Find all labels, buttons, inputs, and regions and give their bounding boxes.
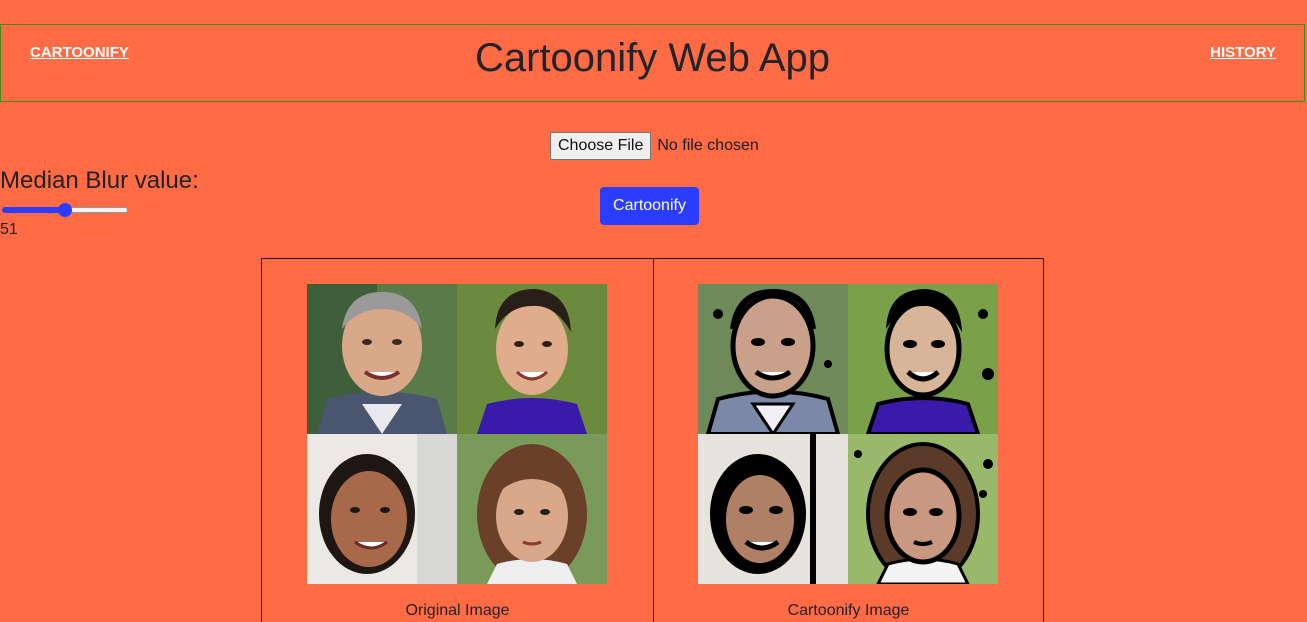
choose-file-button[interactable]: Choose File	[550, 132, 652, 160]
file-upload: Choose File No file chosen	[550, 132, 759, 160]
cartoon-image	[698, 284, 998, 584]
face-tile-woman	[307, 434, 457, 584]
median-blur-slider[interactable]	[0, 203, 130, 217]
page-title: Cartoonify Web App	[474, 36, 831, 80]
cartoon-tile-girl	[848, 434, 998, 584]
face-tile-man	[307, 284, 457, 434]
face-tile-girl	[457, 434, 607, 584]
original-image	[307, 284, 607, 584]
slider-thumb[interactable]	[58, 203, 72, 217]
face-tile-boy	[457, 284, 607, 434]
cartoon-tile-man	[698, 284, 848, 434]
cartoon-image-caption: Cartoonify Image	[787, 602, 910, 619]
median-blur-value: 51	[0, 221, 18, 238]
cartoonify-button[interactable]: Cartoonify	[600, 187, 699, 225]
nav-link-history[interactable]: HISTORY	[1210, 44, 1276, 61]
slider-fill	[2, 207, 65, 213]
cartoon-tile-woman	[698, 434, 848, 584]
file-status: No file chosen	[657, 137, 759, 154]
original-image-caption: Original Image	[405, 602, 510, 619]
original-image-panel: Original Image	[261, 258, 654, 622]
cartoon-image-panel: Cartoonify Image	[653, 258, 1044, 622]
median-blur-label: Median Blur value:	[0, 167, 199, 194]
cartoon-tile-boy	[848, 284, 998, 434]
header-bar: CARTOONIFY Cartoonify Web App HISTORY	[0, 24, 1305, 102]
